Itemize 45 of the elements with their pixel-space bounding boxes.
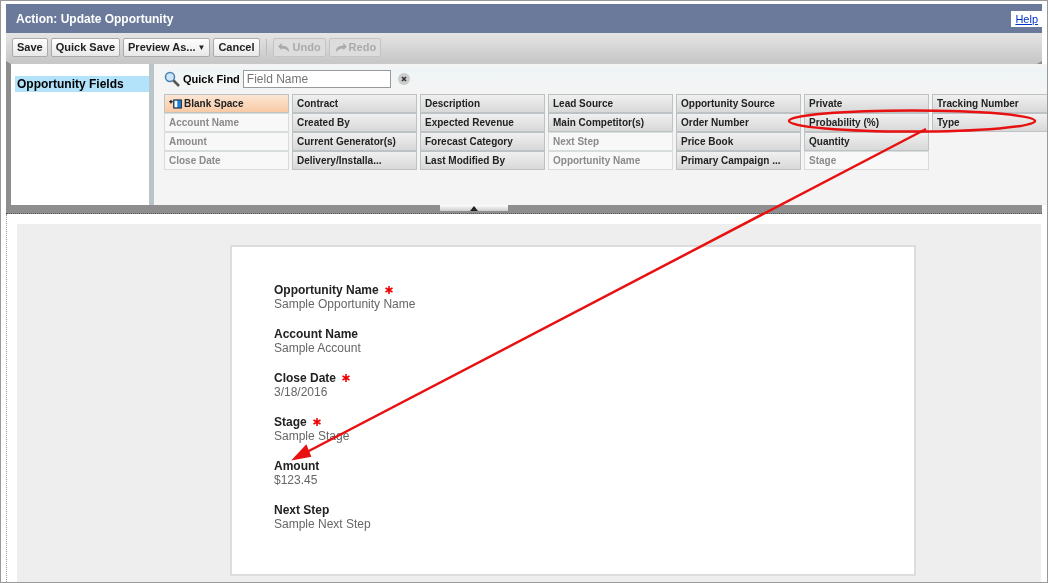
- field-value: Sample Next Step: [274, 517, 372, 531]
- toolbar-button[interactable]: Preview As... ▼: [123, 37, 211, 57]
- field-item[interactable]: Lead Source: [548, 94, 673, 113]
- field-item[interactable]: Private: [804, 94, 929, 113]
- field-item[interactable]: Main Competitor(s): [548, 113, 673, 132]
- field-item[interactable]: Order Number: [676, 113, 801, 132]
- collapse-handle[interactable]: [440, 205, 508, 211]
- field-value: Sample Account: [274, 341, 362, 355]
- field-label: Amount: [274, 459, 320, 473]
- sidebar-item[interactable]: Opportunity Fields: [15, 76, 149, 92]
- field-value: 3/18/2016: [274, 385, 329, 399]
- field-item[interactable]: Opportunity Source: [676, 94, 801, 113]
- field-item[interactable]: Current Generator(s): [292, 132, 417, 151]
- field-item[interactable]: Expected Revenue: [420, 113, 545, 132]
- field-item[interactable]: Description: [420, 94, 545, 113]
- field-item[interactable]: Price Book: [676, 132, 801, 151]
- quick-find-field[interactable]: Field Name: [242, 70, 391, 88]
- field-label: Account Name: [274, 327, 359, 341]
- field-item[interactable]: Last Modified By: [420, 151, 545, 170]
- up-triangle-icon: [470, 205, 478, 211]
- toolbar-button[interactable]: Save: [12, 37, 48, 57]
- undo-arrow-icon: [277, 41, 291, 53]
- toolbar-button[interactable]: Cancel: [213, 37, 260, 57]
- field-item[interactable]: Contract: [292, 94, 417, 113]
- field-item[interactable]: Forecast Category: [420, 132, 545, 151]
- field-item[interactable]: Primary Campaign ...: [676, 151, 801, 170]
- field-value: Sample Opportunity Name: [274, 297, 417, 311]
- toolbar-button[interactable]: Quick Save: [50, 37, 121, 57]
- field-label: Stage: [274, 415, 307, 429]
- field-item[interactable]: Blank Space: [164, 94, 289, 113]
- search-icon: [164, 71, 180, 87]
- field-item[interactable]: Tracking Number: [932, 94, 1047, 113]
- clear-icon[interactable]: [397, 73, 410, 85]
- redo-arrow-icon: [333, 41, 347, 53]
- blank-space-icon: [169, 98, 182, 109]
- field-item[interactable]: Quantity: [804, 132, 929, 151]
- quick-find-label: Quick Find: [183, 73, 240, 85]
- field-item[interactable]: Created By: [292, 113, 417, 132]
- field-label: Close Date: [274, 371, 337, 385]
- field-label: Opportunity Name: [274, 283, 379, 297]
- window-title: Action: Update Opportunity: [16, 11, 174, 26]
- help-link[interactable]: Help: [1011, 10, 1042, 27]
- field-value: $123.45: [274, 473, 319, 487]
- field-label: Next Step: [274, 503, 330, 517]
- field-item[interactable]: Delivery/Installa...: [292, 151, 417, 170]
